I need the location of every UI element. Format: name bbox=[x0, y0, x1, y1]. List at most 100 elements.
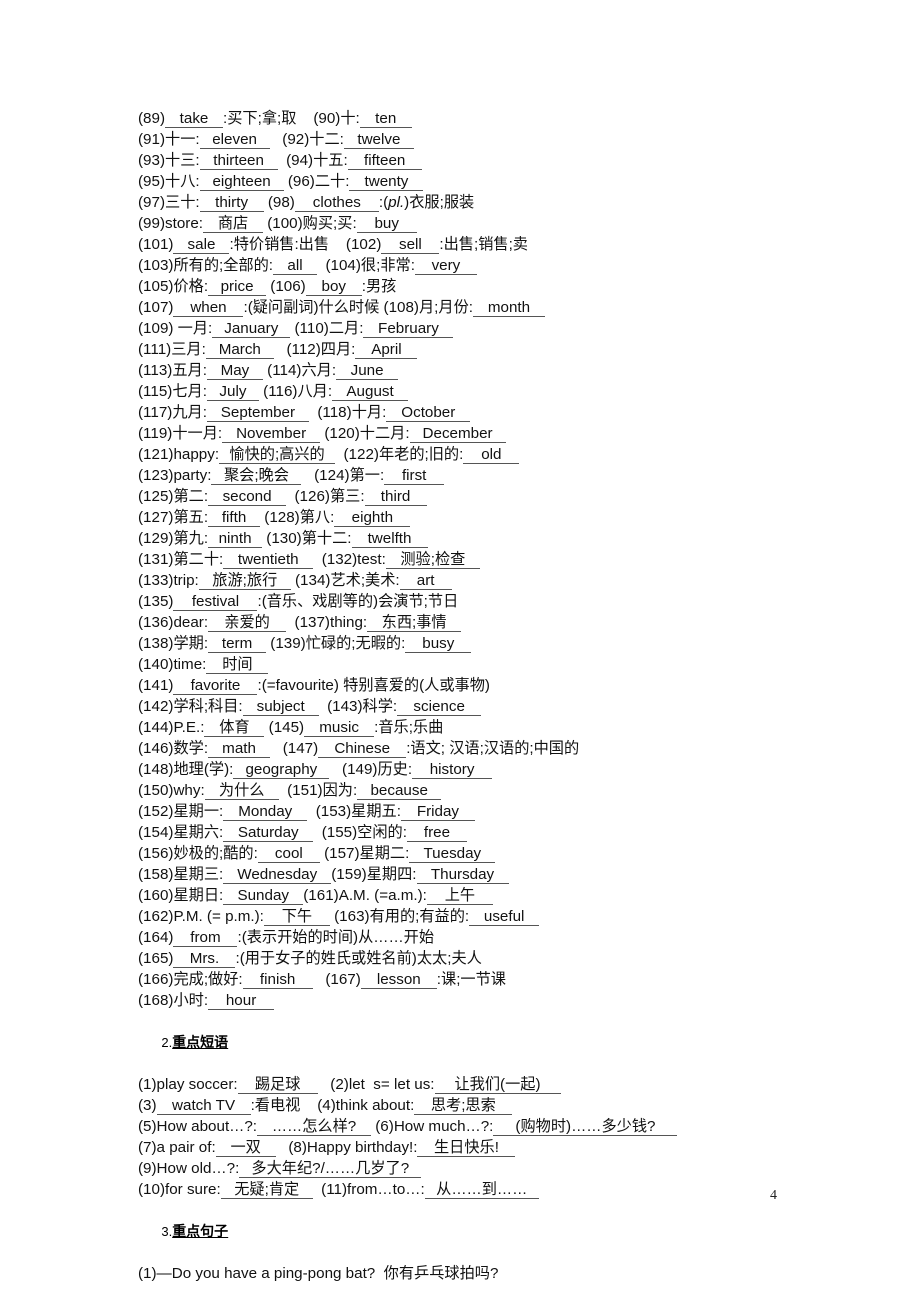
answer-blank[interactable]: hour bbox=[208, 992, 275, 1010]
line-text: (155)空闲的: bbox=[313, 824, 407, 841]
answer-blank[interactable]: first bbox=[384, 467, 445, 485]
answer-blank[interactable]: Tuesday bbox=[409, 845, 496, 863]
answer-blank[interactable]: 商店 bbox=[203, 215, 263, 233]
answer-blank[interactable]: 东西;事情 bbox=[367, 614, 462, 632]
answer-blank[interactable]: eighth bbox=[334, 509, 411, 527]
answer-blank[interactable]: all bbox=[273, 257, 318, 275]
answer-blank[interactable]: favorite bbox=[173, 677, 258, 695]
answer-blank[interactable]: 让我们(一起) bbox=[434, 1076, 561, 1094]
line-text: (162)P.M. (= p.m.): bbox=[138, 908, 264, 925]
answer-blank[interactable]: 愉快的;高兴的 bbox=[219, 446, 336, 464]
answer-blank[interactable]: third bbox=[364, 488, 427, 506]
answer-blank[interactable]: finish bbox=[242, 971, 313, 989]
answer-blank[interactable]: clothes bbox=[294, 194, 379, 212]
answer-blank[interactable]: twelve bbox=[343, 131, 414, 149]
answer-blank[interactable]: because bbox=[357, 782, 442, 800]
answer-blank[interactable]: watch TV bbox=[156, 1097, 251, 1115]
answer-blank[interactable]: when bbox=[173, 299, 244, 317]
answer-blank[interactable]: 无疑;肯定 bbox=[220, 1181, 313, 1199]
answer-blank[interactable]: September bbox=[206, 404, 309, 422]
answer-blank[interactable]: old bbox=[463, 446, 520, 464]
answer-blank[interactable]: month bbox=[472, 299, 545, 317]
answer-blank[interactable]: history bbox=[412, 761, 493, 779]
answer-blank[interactable]: 旅游;旅行 bbox=[198, 572, 291, 590]
answer-blank[interactable]: 亲爱的 bbox=[208, 614, 287, 632]
answer-blank[interactable]: Wednesday bbox=[223, 866, 332, 884]
answer-blank[interactable]: Saturday bbox=[223, 824, 314, 842]
answer-blank[interactable]: math bbox=[208, 740, 271, 758]
vocabulary-entry: (127)第五: fifth (128)第八: eighth bbox=[138, 507, 838, 528]
answer-blank[interactable]: term bbox=[208, 635, 267, 653]
answer-blank[interactable]: eleven bbox=[199, 131, 270, 149]
answer-blank[interactable]: 时间 bbox=[206, 656, 269, 674]
answer-blank[interactable]: twentieth bbox=[223, 551, 314, 569]
answer-blank[interactable]: sale bbox=[173, 236, 230, 254]
answer-blank[interactable]: 生日快乐! bbox=[417, 1139, 516, 1157]
answer-blank[interactable]: twelfth bbox=[351, 530, 428, 548]
answer-blank[interactable]: Monday bbox=[223, 803, 308, 821]
answer-blank[interactable]: 体育 bbox=[204, 719, 265, 737]
answer-blank[interactable]: boy bbox=[305, 278, 362, 296]
answer-blank[interactable]: January bbox=[212, 320, 291, 338]
answer-blank[interactable]: Sunday bbox=[223, 887, 304, 905]
answer-blank[interactable]: thirty bbox=[199, 194, 264, 212]
line-text bbox=[270, 131, 283, 148]
answer-blank[interactable]: June bbox=[336, 362, 399, 380]
answer-blank[interactable]: ……怎么样? bbox=[257, 1118, 372, 1136]
answer-blank[interactable]: useful bbox=[469, 908, 540, 926]
answer-blank[interactable]: July bbox=[206, 383, 259, 401]
answer-blank[interactable]: October bbox=[386, 404, 471, 422]
answer-blank[interactable]: 思考;思索 bbox=[414, 1097, 513, 1115]
answer-blank[interactable]: February bbox=[363, 320, 454, 338]
answer-blank[interactable]: free bbox=[406, 824, 467, 842]
answer-blank[interactable]: thirteen bbox=[199, 152, 278, 170]
line-text: (5)How about…?: bbox=[138, 1118, 258, 1135]
line-text: (134)艺术;美术: bbox=[290, 572, 400, 589]
answer-blank[interactable]: 从……到…… bbox=[424, 1181, 539, 1199]
answer-blank[interactable]: 一双 bbox=[215, 1139, 276, 1157]
answer-blank[interactable]: March bbox=[205, 341, 274, 359]
answer-blank[interactable]: ninth bbox=[208, 530, 263, 548]
answer-blank[interactable]: 上午 bbox=[426, 887, 493, 905]
answer-blank[interactable]: fifth bbox=[208, 509, 261, 527]
answer-blank[interactable]: geography bbox=[233, 761, 330, 779]
vocabulary-entry: (107) when:(疑问副词)什么时候 (108)月;月份: month bbox=[138, 297, 838, 318]
answer-blank[interactable]: Thursday bbox=[416, 866, 509, 884]
answer-blank[interactable]: November bbox=[222, 425, 321, 443]
answer-blank[interactable]: 测验;检查 bbox=[385, 551, 480, 569]
answer-blank[interactable]: price bbox=[208, 278, 267, 296]
answer-blank[interactable]: music bbox=[304, 719, 375, 737]
answer-blank[interactable]: twenty bbox=[349, 173, 424, 191]
answer-blank[interactable]: from bbox=[173, 929, 238, 947]
vocabulary-entry: (117)九月: September (118)十月: October bbox=[138, 402, 838, 423]
answer-blank[interactable]: sell bbox=[381, 236, 440, 254]
answer-blank[interactable]: busy bbox=[405, 635, 472, 653]
answer-blank[interactable]: Friday bbox=[400, 803, 475, 821]
answer-blank[interactable]: cool bbox=[257, 845, 320, 863]
answer-blank[interactable]: May bbox=[206, 362, 263, 380]
answer-blank[interactable]: August bbox=[332, 383, 409, 401]
answer-blank[interactable]: science bbox=[397, 698, 482, 716]
answer-blank[interactable]: December bbox=[409, 425, 506, 443]
answer-blank[interactable]: eighteen bbox=[199, 173, 284, 191]
answer-blank[interactable]: 踢足球 bbox=[237, 1076, 318, 1094]
answer-blank[interactable]: Mrs. bbox=[173, 950, 236, 968]
answer-blank[interactable]: 下午 bbox=[263, 908, 330, 926]
answer-blank[interactable]: (购物时)……多少钱? bbox=[493, 1118, 678, 1136]
answer-blank[interactable]: 聚会;晚会 bbox=[211, 467, 302, 485]
answer-blank[interactable]: ten bbox=[359, 110, 412, 128]
answer-blank[interactable]: 为什么 bbox=[204, 782, 279, 800]
answer-blank[interactable]: art bbox=[399, 572, 452, 590]
answer-blank[interactable]: buy bbox=[356, 215, 417, 233]
line-text: :男孩 bbox=[361, 278, 397, 295]
answer-blank[interactable]: very bbox=[414, 257, 477, 275]
answer-blank[interactable]: subject bbox=[242, 698, 319, 716]
answer-blank[interactable]: Chinese bbox=[318, 740, 407, 758]
answer-blank[interactable]: lesson bbox=[360, 971, 437, 989]
answer-blank[interactable]: fifteen bbox=[347, 152, 422, 170]
answer-blank[interactable]: festival bbox=[173, 593, 258, 611]
answer-blank[interactable]: April bbox=[355, 341, 418, 359]
answer-blank[interactable]: take bbox=[165, 110, 224, 128]
answer-blank[interactable]: second bbox=[208, 488, 287, 506]
answer-blank[interactable]: 多大年纪?/……几岁了? bbox=[239, 1160, 422, 1178]
